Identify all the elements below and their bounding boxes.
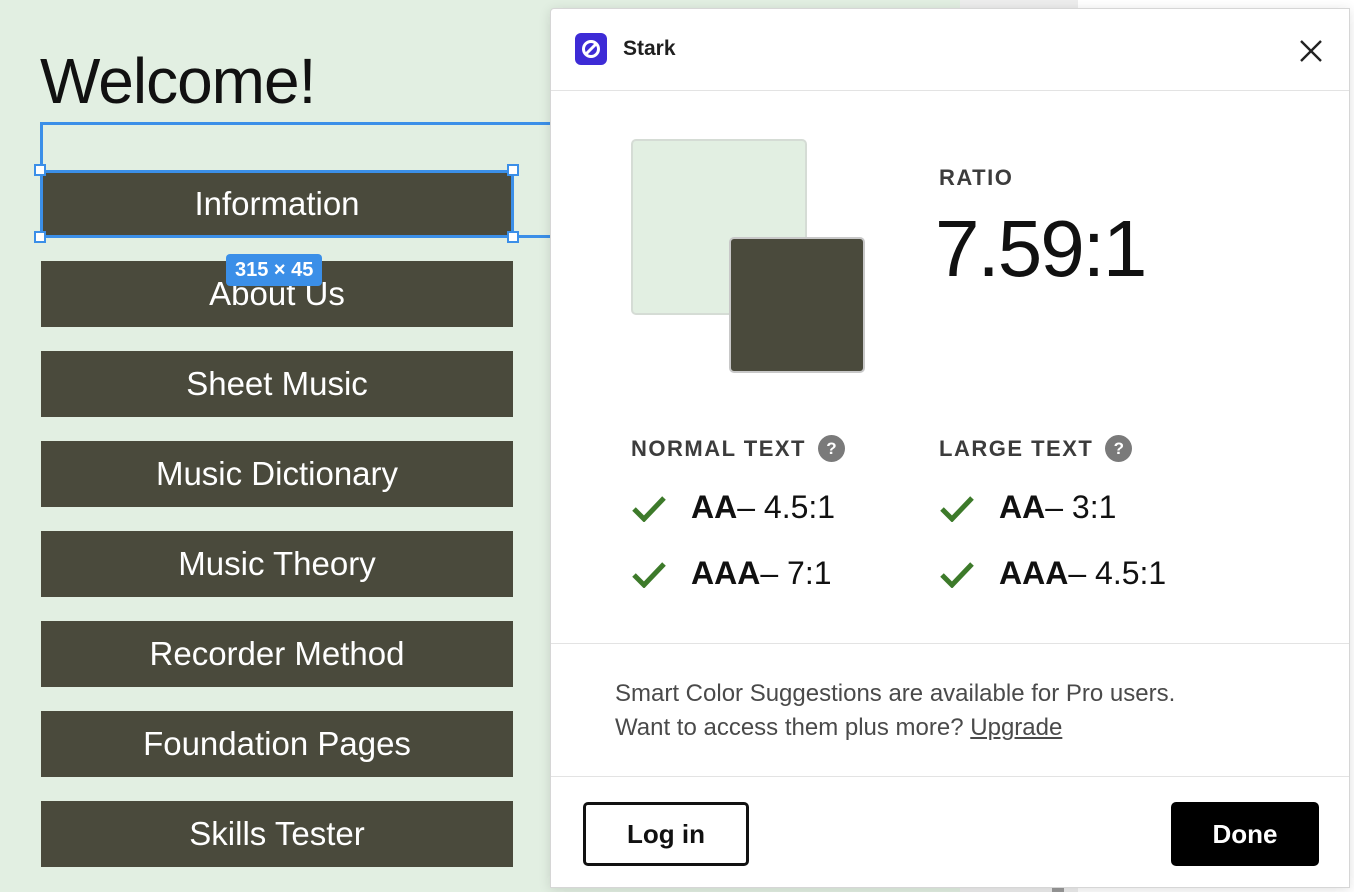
divider: [551, 643, 1349, 644]
large-text-label: LARGE TEXT: [939, 435, 1094, 461]
foreground-color-swatch[interactable]: [729, 237, 865, 373]
large-aaa-check: AAA – 4.5:1: [939, 555, 1166, 592]
pro-promo-text: Smart Color Suggestions are available fo…: [615, 677, 1295, 745]
large-text-title: LARGE TEXT ?: [939, 435, 1133, 462]
check-requirement: – 7:1: [760, 555, 832, 591]
check-level: AA: [691, 489, 738, 525]
check-icon: [632, 561, 666, 588]
close-button[interactable]: [1293, 33, 1329, 69]
log-in-button[interactable]: Log in: [583, 802, 749, 866]
check-requirement: – 4.5:1: [737, 489, 836, 525]
stark-logo-icon: [575, 33, 607, 65]
check-icon: [632, 495, 666, 522]
close-icon: [1300, 40, 1322, 62]
check-level: AAA: [999, 555, 1069, 591]
resize-handle-bottom-right[interactable]: [507, 231, 519, 243]
done-button[interactable]: Done: [1171, 802, 1319, 866]
dialog-header: Stark: [551, 9, 1349, 91]
check-level: AA: [999, 489, 1046, 525]
help-circle-icon[interactable]: ?: [1105, 435, 1133, 462]
promo-line-text: Want to access them plus more?: [615, 714, 971, 741]
check-level: AAA: [691, 555, 761, 591]
contrast-ratio-value: 7.59:1: [935, 204, 1147, 293]
resize-handle-top-left[interactable]: [34, 164, 46, 176]
color-swatches: [631, 139, 871, 379]
promo-line: Smart Color Suggestions are available fo…: [615, 680, 1176, 707]
normal-aaa-check: AAA – 7:1: [631, 555, 832, 592]
large-aa-check: AA – 3:1: [939, 489, 1116, 526]
app-name: Stark: [623, 37, 676, 60]
normal-text-title: NORMAL TEXT ?: [631, 435, 845, 462]
stark-dialog: Stark RATIO 7.59:1 NORMAL TEXT ? LARGE T…: [550, 8, 1350, 888]
nav-button-sheet-music[interactable]: Sheet Music: [41, 351, 513, 417]
nav-button-skills-tester[interactable]: Skills Tester: [41, 801, 513, 867]
resize-handle-top-right[interactable]: [507, 164, 519, 176]
promo-line: Want to access them plus more? Upgrade: [615, 711, 1295, 745]
nav-button-music-theory[interactable]: Music Theory: [41, 531, 513, 597]
divider: [551, 776, 1349, 777]
button-selection-outline: [40, 170, 514, 238]
normal-aa-check: AA – 4.5:1: [631, 489, 835, 526]
help-circle-icon[interactable]: ?: [817, 435, 845, 462]
check-icon: [940, 495, 974, 522]
check-requirement: – 3:1: [1045, 489, 1117, 525]
nav-button-music-dictionary[interactable]: Music Dictionary: [41, 441, 513, 507]
ratio-label: RATIO: [939, 165, 1014, 190]
nav-button-foundation-pages[interactable]: Foundation Pages: [41, 711, 513, 777]
check-icon: [940, 561, 974, 588]
welcome-heading: Welcome!: [40, 45, 316, 117]
selection-size-badge: 315 × 45: [226, 254, 323, 286]
upgrade-link[interactable]: Upgrade: [970, 714, 1062, 741]
check-requirement: – 4.5:1: [1068, 555, 1167, 591]
resize-handle-bottom-left[interactable]: [34, 231, 46, 243]
nav-button-recorder-method[interactable]: Recorder Method: [41, 621, 513, 687]
normal-text-label: NORMAL TEXT: [631, 435, 806, 461]
